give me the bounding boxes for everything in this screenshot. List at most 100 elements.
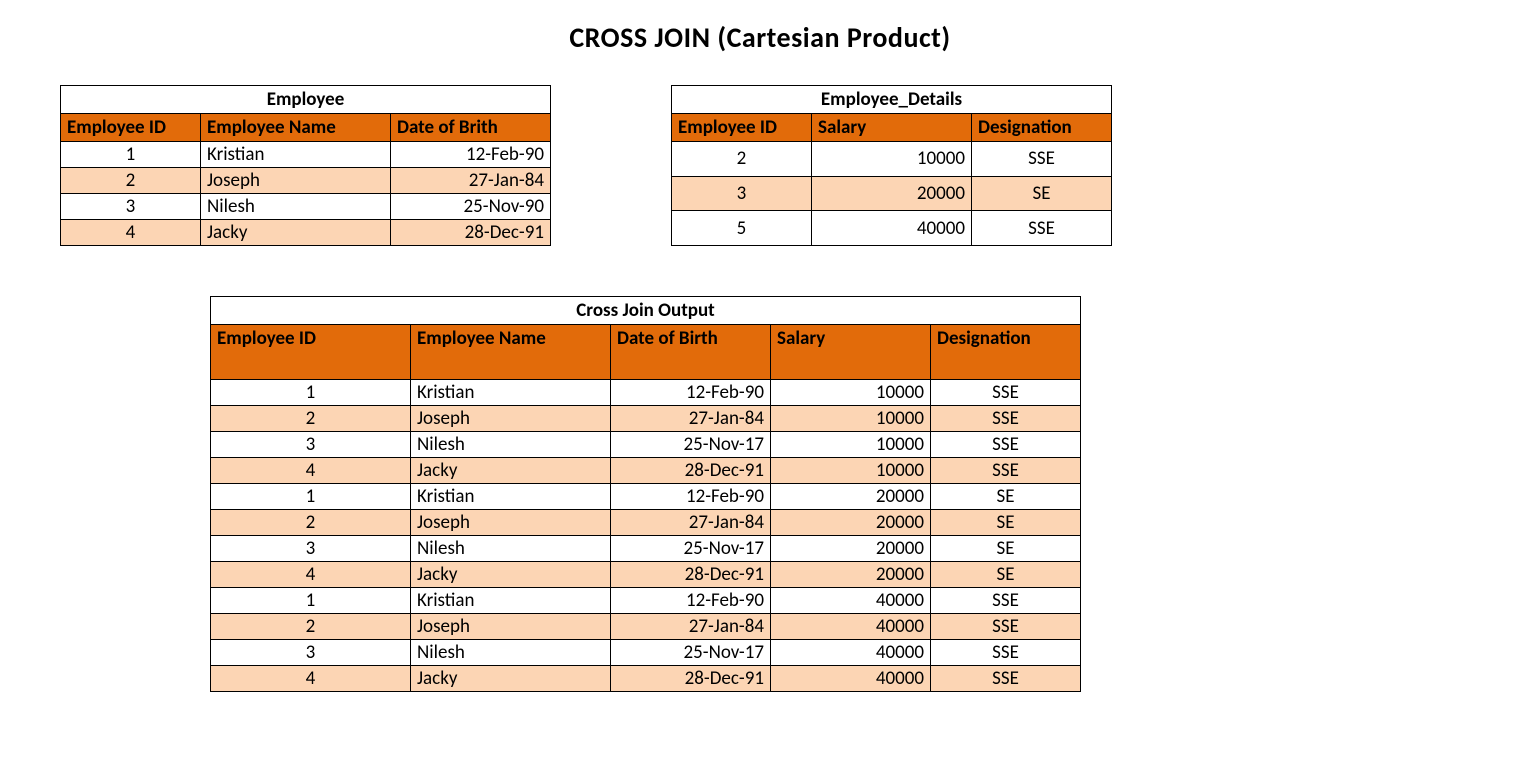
out-desig: SSE <box>931 432 1081 458</box>
out-name: Nilesh <box>411 432 611 458</box>
out-id: 4 <box>211 562 411 588</box>
out-salary: 40000 <box>771 640 931 666</box>
det-salary: 10000 <box>812 142 972 177</box>
table-row: 1Kristian12-Feb-9040000SSE <box>211 588 1081 614</box>
det-header-desig: Designation <box>972 114 1112 142</box>
emp-name: Joseph <box>201 168 391 194</box>
emp-name: Kristian <box>201 142 391 168</box>
employee-caption: Employee <box>61 86 551 114</box>
out-id: 3 <box>211 536 411 562</box>
out-dob: 27-Jan-84 <box>611 510 771 536</box>
det-id: 5 <box>672 211 812 246</box>
table-row: 4 Jacky 28-Dec-91 <box>61 220 551 246</box>
out-salary: 20000 <box>771 536 931 562</box>
out-dob: 28-Dec-91 <box>611 458 771 484</box>
out-id: 1 <box>211 380 411 406</box>
out-name: Kristian <box>411 588 611 614</box>
out-id: 4 <box>211 666 411 692</box>
out-desig: SE <box>931 562 1081 588</box>
emp-id: 1 <box>61 142 201 168</box>
emp-id: 2 <box>61 168 201 194</box>
table-row: 2 Joseph 27-Jan-84 <box>61 168 551 194</box>
out-name: Jacky <box>411 666 611 692</box>
out-desig: SSE <box>931 406 1081 432</box>
table-row: 1 Kristian 12-Feb-90 <box>61 142 551 168</box>
out-desig: SSE <box>931 458 1081 484</box>
emp-name: Jacky <box>201 220 391 246</box>
out-salary: 40000 <box>771 614 931 640</box>
emp-dob: 28-Dec-91 <box>391 220 551 246</box>
out-name: Kristian <box>411 484 611 510</box>
emp-name: Nilesh <box>201 194 391 220</box>
out-dob: 25-Nov-17 <box>611 640 771 666</box>
out-desig: SSE <box>931 640 1081 666</box>
out-id: 2 <box>211 510 411 536</box>
out-dob: 12-Feb-90 <box>611 380 771 406</box>
out-dob: 12-Feb-90 <box>611 588 771 614</box>
emp-dob: 12-Feb-90 <box>391 142 551 168</box>
out-id: 3 <box>211 432 411 458</box>
out-desig: SSE <box>931 666 1081 692</box>
out-id: 2 <box>211 614 411 640</box>
table-row: 2 10000 SSE <box>672 142 1112 177</box>
out-salary: 40000 <box>771 666 931 692</box>
out-header-salary: Salary <box>771 325 931 380</box>
table-row: 1Kristian12-Feb-9020000SE <box>211 484 1081 510</box>
emp-header-name: Employee Name <box>201 114 391 142</box>
out-salary: 20000 <box>771 484 931 510</box>
out-dob: 28-Dec-91 <box>611 562 771 588</box>
employee-table: Employee Employee ID Employee Name Date … <box>60 85 551 246</box>
det-id: 2 <box>672 142 812 177</box>
out-name: Kristian <box>411 380 611 406</box>
details-caption: Employee_Details <box>672 86 1112 114</box>
output-caption: Cross Join Output <box>211 297 1081 325</box>
out-salary: 10000 <box>771 380 931 406</box>
table-row: 3 20000 SE <box>672 176 1112 211</box>
table-row: 3Nilesh25-Nov-1720000SE <box>211 536 1081 562</box>
out-salary: 20000 <box>771 510 931 536</box>
out-desig: SSE <box>931 588 1081 614</box>
out-dob: 27-Jan-84 <box>611 406 771 432</box>
out-id: 3 <box>211 640 411 666</box>
page-title: CROSS JOIN (Cartesian Product) <box>60 20 1460 55</box>
table-row: 1Kristian12-Feb-9010000SSE <box>211 380 1081 406</box>
table-row: 2Joseph27-Jan-8410000SSE <box>211 406 1081 432</box>
out-header-desig: Designation <box>931 325 1081 380</box>
out-id: 4 <box>211 458 411 484</box>
out-name: Nilesh <box>411 640 611 666</box>
out-dob: 25-Nov-17 <box>611 432 771 458</box>
det-header-salary: Salary <box>812 114 972 142</box>
emp-dob: 27-Jan-84 <box>391 168 551 194</box>
out-salary: 10000 <box>771 432 931 458</box>
out-id: 1 <box>211 484 411 510</box>
out-header-id: Employee ID <box>211 325 411 380</box>
out-desig: SSE <box>931 614 1081 640</box>
det-desig: SSE <box>972 211 1112 246</box>
emp-header-dob: Date of Brith <box>391 114 551 142</box>
out-desig: SE <box>931 484 1081 510</box>
cross-join-output-table: Cross Join Output Employee ID Employee N… <box>210 296 1081 692</box>
out-name: Joseph <box>411 510 611 536</box>
table-row: 5 40000 SSE <box>672 211 1112 246</box>
out-id: 2 <box>211 406 411 432</box>
out-name: Joseph <box>411 614 611 640</box>
out-desig: SE <box>931 536 1081 562</box>
out-name: Jacky <box>411 562 611 588</box>
out-dob: 25-Nov-17 <box>611 536 771 562</box>
table-row: 3Nilesh25-Nov-1740000SSE <box>211 640 1081 666</box>
det-id: 3 <box>672 176 812 211</box>
out-name: Nilesh <box>411 536 611 562</box>
det-desig: SSE <box>972 142 1112 177</box>
det-header-id: Employee ID <box>672 114 812 142</box>
det-salary: 40000 <box>812 211 972 246</box>
out-desig: SE <box>931 510 1081 536</box>
out-name: Jacky <box>411 458 611 484</box>
out-desig: SSE <box>931 380 1081 406</box>
table-row: 4Jacky28-Dec-9140000SSE <box>211 666 1081 692</box>
table-row: 4Jacky28-Dec-9120000SE <box>211 562 1081 588</box>
out-id: 1 <box>211 588 411 614</box>
table-row: 2Joseph27-Jan-8440000SSE <box>211 614 1081 640</box>
out-salary: 40000 <box>771 588 931 614</box>
out-salary: 10000 <box>771 458 931 484</box>
table-row: 4Jacky28-Dec-9110000SSE <box>211 458 1081 484</box>
